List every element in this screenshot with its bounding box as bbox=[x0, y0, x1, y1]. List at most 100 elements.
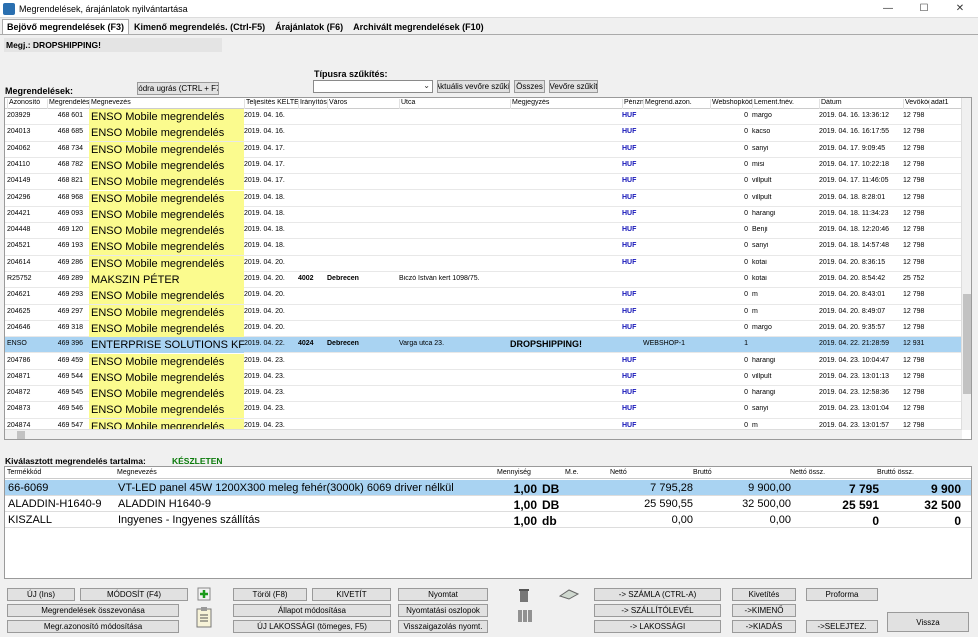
outgoing-button[interactable]: ->KIMENŐ bbox=[732, 604, 796, 617]
table-row[interactable]: R25752 469 289 MAKSZIN PÉTER 2019. 04. 20. 4… bbox=[5, 272, 962, 289]
confirm-print-button[interactable]: Visszaigazolás nyomt. bbox=[398, 620, 488, 633]
column-header[interactable]: Város bbox=[327, 99, 399, 109]
item-column-header[interactable]: Nettó össz. bbox=[790, 469, 825, 476]
merge-orders-button[interactable]: Megrendelések összevonása bbox=[7, 604, 179, 617]
item-gross-total: 0 bbox=[954, 514, 961, 528]
table-row[interactable]: 204521 469 193 ENSO Mobile megrendelés 2019… bbox=[5, 239, 962, 256]
modify-state-button[interactable]: Állapot módosítása bbox=[233, 604, 391, 617]
minimize-icon[interactable]: — bbox=[870, 0, 906, 18]
add-icon[interactable] bbox=[195, 586, 213, 602]
tab-archived-orders[interactable]: Archivált megrendelések (F10) bbox=[348, 19, 489, 35]
column-header[interactable]: adat1 bbox=[929, 99, 965, 109]
column-header[interactable]: Teljesítés KELTE bbox=[244, 99, 298, 109]
delete-order-button[interactable]: Töröl (F8) bbox=[233, 588, 307, 601]
back-button[interactable]: Vissza bbox=[887, 612, 969, 632]
maximize-icon[interactable]: ☐ bbox=[906, 0, 942, 18]
close-icon[interactable]: ✕ bbox=[942, 0, 978, 18]
fulfillment-date: 2019. 04. 20. bbox=[244, 323, 285, 331]
clipboard-icon[interactable] bbox=[195, 606, 213, 628]
column-header[interactable]: Megnevezés bbox=[89, 99, 244, 109]
item-column-header[interactable]: Nettó bbox=[610, 469, 627, 476]
webshop-code: 0 bbox=[744, 112, 748, 119]
table-row[interactable]: 204621 469 293 ENSO Mobile megrendelés 2019… bbox=[5, 288, 962, 305]
order-name: ENSO Mobile megrendelés bbox=[89, 288, 244, 305]
modify-order-id-button[interactable]: Megr.azonosító módosítása bbox=[7, 620, 179, 633]
retail-button[interactable]: -> LAKOSSÁGI bbox=[594, 620, 721, 633]
table-row[interactable]: 204013 468 685 ENSO Mobile megrendelés 2019… bbox=[5, 125, 962, 142]
zip-code: 4002 bbox=[298, 275, 314, 282]
column-header[interactable]: Lement.fnév. bbox=[752, 99, 819, 109]
table-row[interactable]: 204448 469 120 ENSO Mobile megrendelés 2019… bbox=[5, 223, 962, 240]
printer-icon[interactable] bbox=[558, 588, 580, 600]
table-row[interactable]: 204110 468 782 ENSO Mobile megrendelés 2019… bbox=[5, 157, 962, 175]
table-row[interactable]: ENSO 469 396 ENTERPRISE SOLUTIONS KFT 2019.… bbox=[5, 337, 962, 354]
current-buyer-filter-button[interactable]: Aktuális vevőre szűkít bbox=[437, 80, 510, 93]
order-number: 468 968 bbox=[57, 193, 83, 201]
column-header[interactable]: Pénzn bbox=[622, 99, 643, 109]
item-column-header[interactable]: Mennyiség bbox=[497, 469, 531, 476]
delivery-note-button[interactable]: -> SZÁLLÍTÓLEVÉL bbox=[594, 604, 721, 617]
table-row[interactable]: 204872 469 545 ENSO Mobile megrendelés 2019… bbox=[5, 386, 962, 403]
order-name: ENSO Mobile megrendelés bbox=[89, 386, 244, 403]
tab-quotes[interactable]: Árajánlatok (F6) bbox=[270, 19, 348, 35]
item-column-header[interactable]: Termékkód bbox=[7, 469, 41, 476]
new-retail-button[interactable]: ÚJ LAKOSSÁGI (tömeges, F5) bbox=[233, 620, 391, 633]
order-items-grid[interactable]: Termékkód Megnevezés Mennyiség M.e. Nettó Bru… bbox=[4, 466, 972, 579]
column-header[interactable]: Utca bbox=[399, 99, 510, 109]
scroll-thumb[interactable] bbox=[963, 294, 971, 394]
table-row[interactable]: 204625 469 297 ENSO Mobile megrendelés 2019… bbox=[5, 304, 962, 321]
table-row[interactable]: 203929 468 601 ENSO Mobile megrendelés 2019… bbox=[5, 109, 962, 126]
fulfillment-date: 2019. 04. 20. bbox=[244, 291, 285, 299]
proforma-button[interactable]: Proforma bbox=[806, 588, 878, 601]
print-columns-button[interactable]: Nyomtatási oszlopok bbox=[398, 604, 488, 617]
table-row[interactable]: 204646 469 318 ENSO Mobile megrendelés 2019… bbox=[5, 320, 962, 338]
type-filter-select[interactable]: ⌄ bbox=[313, 80, 433, 93]
item-column-header[interactable]: M.e. bbox=[565, 469, 579, 476]
trash-icon[interactable] bbox=[518, 587, 530, 603]
modify-order-button[interactable]: MÓDOSÍT (F4) bbox=[80, 588, 188, 601]
export-button[interactable]: KIVETÍT bbox=[312, 588, 391, 601]
scroll-thumb[interactable] bbox=[17, 431, 25, 439]
issue-button[interactable]: ->KIADÁS bbox=[732, 620, 796, 633]
column-header[interactable]: Megrend.azon. bbox=[643, 99, 710, 109]
barcode-icon[interactable] bbox=[518, 609, 532, 623]
column-header[interactable]: Webshopkód bbox=[710, 99, 752, 109]
table-row[interactable]: 204421 469 093 ENSO Mobile megrendelés 2019… bbox=[5, 206, 962, 224]
table-row[interactable]: 204614 469 286 ENSO Mobile megrendelés 2019… bbox=[5, 255, 962, 272]
currency: HUF bbox=[622, 372, 637, 380]
table-row[interactable]: 204871 469 544 ENSO Mobile megrendelés 2019… bbox=[5, 369, 962, 387]
item-column-header[interactable]: Bruttó bbox=[693, 469, 712, 476]
projections-button[interactable]: Kivetítés bbox=[732, 588, 796, 601]
list-item[interactable]: 66-6069 VT-LED panel 45W 1200X300 meleg f… bbox=[5, 480, 971, 496]
tab-outgoing-orders[interactable]: Kimenő megrendelés. (Ctrl-F5) bbox=[129, 19, 270, 35]
column-header[interactable]: Vevőkód bbox=[903, 99, 929, 109]
table-row[interactable]: 204149 468 821 ENSO Mobile megrendelés 2019… bbox=[5, 174, 962, 191]
invoice-button[interactable]: -> SZÁMLA (CTRL-A) bbox=[594, 588, 721, 601]
orders-vertical-scrollbar[interactable] bbox=[961, 98, 971, 430]
new-order-button[interactable]: ÚJ (Ins) bbox=[7, 588, 75, 601]
column-header[interactable]: Megjegyzés bbox=[510, 99, 622, 109]
list-item[interactable]: KISZALL Ingyenes - Ingyenes szállítás 1,00… bbox=[5, 512, 971, 528]
column-header[interactable]: Azonosító bbox=[7, 99, 47, 109]
zip-code: 4024 bbox=[298, 340, 314, 348]
item-column-header[interactable]: Megnevezés bbox=[117, 469, 157, 476]
column-header[interactable]: Irányítós bbox=[298, 99, 327, 109]
orders-grid[interactable]: Azonosító Megrendelés- Megnevezés Teljesíté… bbox=[4, 97, 972, 440]
buyer-filter-button[interactable]: Vevőre szűkít bbox=[549, 80, 598, 93]
list-item[interactable]: ALADDIN-H1640-9 ALADDIN H1640-9 1,00 DB 25 5… bbox=[5, 496, 971, 512]
all-filter-button[interactable]: Összes bbox=[514, 80, 545, 93]
tab-incoming-orders[interactable]: Bejövő megrendelések (F3) bbox=[2, 19, 130, 35]
table-row[interactable]: 204786 469 459 ENSO Mobile megrendelés 2019… bbox=[5, 353, 962, 370]
scrap-button[interactable]: ->SELEJTEZ. bbox=[806, 620, 878, 633]
orders-horizontal-scrollbar[interactable] bbox=[5, 429, 962, 439]
table-row[interactable]: 204296 468 968 ENSO Mobile megrendelés 2019… bbox=[5, 190, 962, 207]
code-jump-button[interactable]: Kódra ugrás (CTRL + F7) bbox=[137, 82, 219, 95]
saved-by-user: villpult bbox=[752, 177, 772, 185]
print-button[interactable]: Nyomtat bbox=[398, 588, 488, 601]
table-row[interactable]: 204062 468 734 ENSO Mobile megrendelés 2019… bbox=[5, 141, 962, 158]
column-header[interactable]: Megrendelés- bbox=[47, 99, 89, 109]
webshop-code: 0 bbox=[744, 144, 748, 152]
column-header[interactable]: Dátum bbox=[819, 99, 903, 109]
item-column-header[interactable]: Bruttó össz. bbox=[877, 469, 914, 476]
table-row[interactable]: 204873 469 546 ENSO Mobile megrendelés 2019… bbox=[5, 402, 962, 419]
